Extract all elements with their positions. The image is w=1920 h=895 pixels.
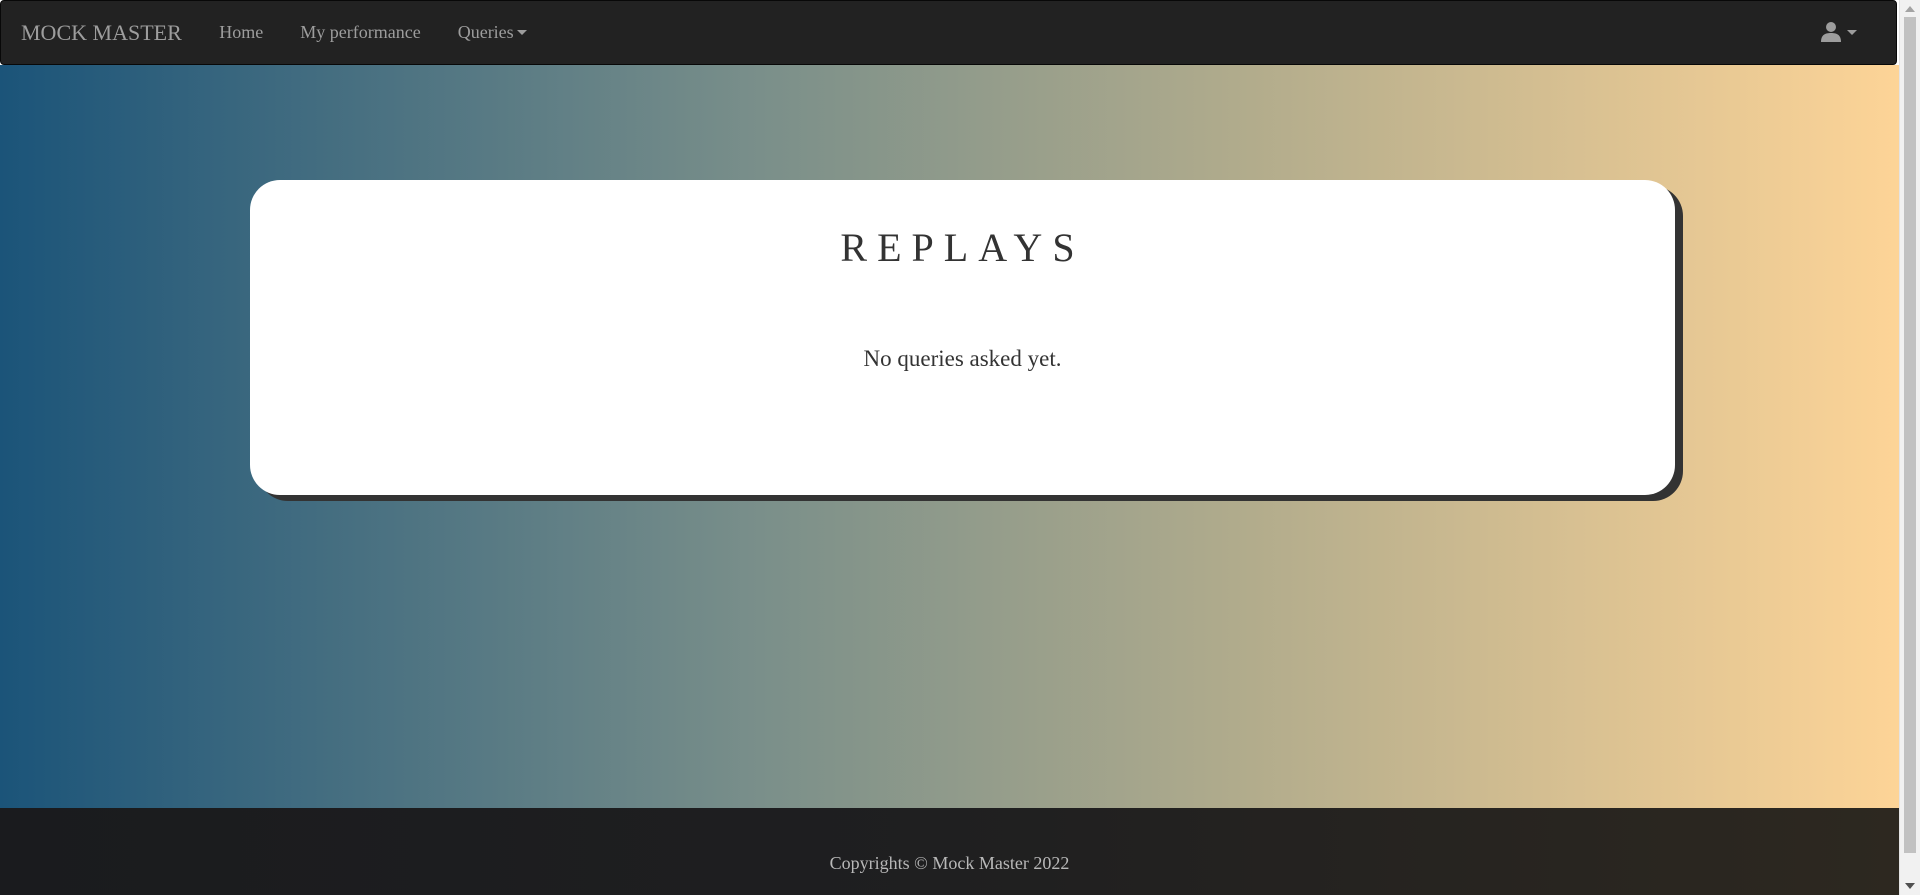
- vertical-scrollbar[interactable]: [1899, 0, 1920, 895]
- scroll-up-icon[interactable]: [1905, 6, 1915, 12]
- footer: Copyrights © Mock Master 2022: [0, 808, 1899, 895]
- user-menu-dropdown[interactable]: [1820, 20, 1857, 44]
- nav-queries-label: Queries: [457, 22, 514, 42]
- nav-home-label: Home: [219, 22, 264, 42]
- caret-down-icon: [1847, 29, 1857, 35]
- empty-state-message: No queries asked yet.: [863, 346, 1062, 371]
- replays-card: REPLAYS No queries asked yet.: [250, 180, 1675, 495]
- nav-performance-label: My performance: [300, 22, 421, 42]
- user-icon: [1821, 22, 1841, 42]
- copyright-text: Copyrights © Mock Master 2022: [829, 853, 1070, 873]
- nav-performance-link[interactable]: My performance: [282, 22, 439, 43]
- page-title: REPLAYS: [840, 225, 1085, 270]
- brand-link[interactable]: MOCK MASTER: [21, 20, 182, 46]
- scroll-down-icon[interactable]: [1905, 883, 1915, 889]
- page: MOCK MASTER Home My performance Queries: [0, 0, 1920, 895]
- nav-queries-dropdown[interactable]: Queries: [439, 22, 545, 43]
- nav-home-link[interactable]: Home: [201, 22, 282, 43]
- scroll-thumb[interactable]: [1904, 17, 1916, 853]
- top-navbar: MOCK MASTER Home My performance Queries: [0, 0, 1897, 65]
- caret-down-icon: [516, 30, 527, 35]
- viewport: MOCK MASTER Home My performance Queries: [0, 0, 1899, 895]
- main-content: REPLAYS No queries asked yet.: [0, 65, 1899, 808]
